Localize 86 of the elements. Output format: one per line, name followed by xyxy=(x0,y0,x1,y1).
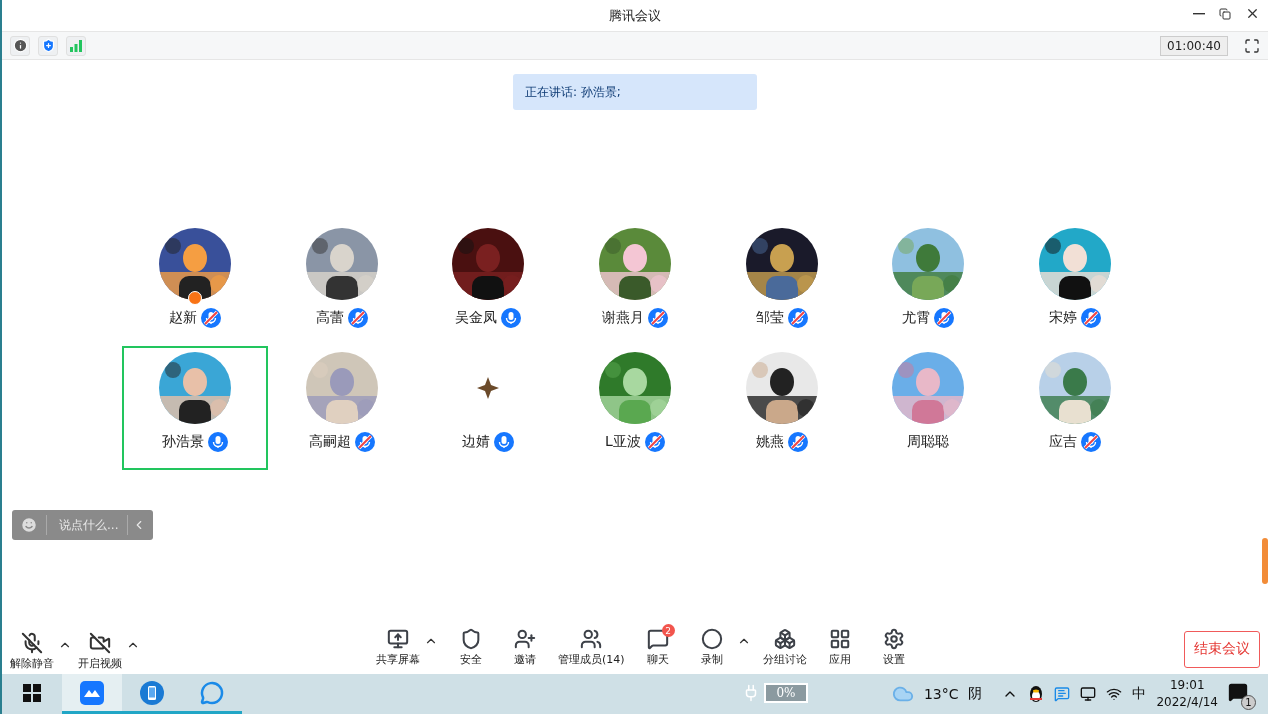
participant-tile[interactable]: 孙浩景 xyxy=(121,346,269,470)
participant-tile[interactable]: 周聪聪 xyxy=(855,346,1002,470)
toolbar-button[interactable]: 分组讨论 xyxy=(762,628,807,667)
taskbar-app[interactable] xyxy=(62,674,122,714)
participant-tile[interactable]: L亚波 xyxy=(561,346,709,470)
participant-name: 边婧 xyxy=(462,433,491,451)
share-screen-icon xyxy=(387,628,409,650)
toolbar-button[interactable]: 安全 xyxy=(450,628,492,667)
participant-tile[interactable]: 谢燕月 xyxy=(561,222,709,346)
participant-name: 周聪聪 xyxy=(907,433,950,451)
fullscreen-icon xyxy=(1244,37,1260,54)
restore-button[interactable] xyxy=(1219,6,1231,21)
info-icon xyxy=(12,38,28,53)
wifi-icon[interactable] xyxy=(1106,686,1123,702)
participant-name: 谢燕月 xyxy=(602,309,644,327)
signal-icon xyxy=(69,39,83,52)
participant-name: 姚燕 xyxy=(755,433,784,451)
participant-name: 吴金凤 xyxy=(455,309,498,327)
phone-icon xyxy=(140,680,164,705)
close-button[interactable] xyxy=(1245,6,1260,21)
temperature: 13°C xyxy=(923,686,959,702)
participant-name: 宋婷 xyxy=(1049,309,1078,327)
toolbar-button[interactable]: 应用 xyxy=(818,628,861,667)
participant-tile[interactable]: 高嗣超 xyxy=(268,346,415,470)
video-off-icon xyxy=(89,631,111,654)
participant-name: 应吉 xyxy=(1049,433,1078,451)
end-meeting-button[interactable]: 结束会议 xyxy=(1184,630,1260,668)
participant-tile[interactable]: 应吉 xyxy=(1001,346,1149,470)
participant-name: 邹莹 xyxy=(755,309,784,327)
toolbar-button[interactable]: 邀请 xyxy=(504,628,546,667)
toolbar-button[interactable]: 录制 xyxy=(690,628,733,667)
window-title: 腾讯会议 xyxy=(609,6,661,25)
speaking-banner: 正在讲话: 孙浩景; xyxy=(513,74,757,110)
restore-icon xyxy=(1219,7,1231,20)
muted-mic-icon xyxy=(21,631,43,654)
participant-name: 高蕾 xyxy=(315,309,344,327)
notification-icon[interactable] xyxy=(1228,682,1248,702)
participant-tile[interactable]: 姚燕 xyxy=(708,346,856,470)
scrollbar[interactable] xyxy=(1262,538,1268,584)
clock[interactable]: 19:01 2022/4/14 xyxy=(1156,677,1218,711)
participant-tile[interactable]: 邹莹 xyxy=(708,222,856,346)
toolbar-button[interactable]: 开启视频 xyxy=(78,631,122,671)
meeting-timer: 01:00:40 xyxy=(1160,35,1228,56)
message-icon[interactable] xyxy=(1054,686,1071,702)
penguin-icon[interactable] xyxy=(1028,685,1045,703)
shield-button[interactable] xyxy=(38,35,58,56)
apps-icon xyxy=(828,628,851,650)
emoji-icon[interactable] xyxy=(20,516,38,534)
participant-name: 高嗣超 xyxy=(308,433,351,451)
toolbar-button[interactable]: 解除静音 xyxy=(10,631,54,671)
participant-tile[interactable]: 赵新 xyxy=(121,222,269,346)
participant-name: 孙浩景 xyxy=(161,433,204,451)
participant-name: L亚波 xyxy=(605,433,641,451)
battery-level: 0% xyxy=(764,683,808,703)
chat-field[interactable]: 说点什么... xyxy=(12,510,153,540)
participant-name: 赵新 xyxy=(168,309,197,327)
participant-tile[interactable]: 高蕾 xyxy=(268,222,415,346)
participant-name: 尤霄 xyxy=(902,309,931,327)
windows-icon xyxy=(23,683,41,702)
input-method[interactable]: 中 xyxy=(1132,685,1147,703)
notification-count: 1 xyxy=(1241,695,1256,710)
chat-app-icon xyxy=(200,680,224,705)
record-icon xyxy=(700,628,723,650)
participant-tile[interactable]: 吴金凤 xyxy=(414,222,562,346)
chat-icon xyxy=(646,628,669,650)
settings-icon xyxy=(882,628,905,650)
minimize-icon xyxy=(1193,12,1205,15)
chat-input[interactable]: 说点什么... xyxy=(47,518,127,532)
info-button[interactable] xyxy=(10,35,30,56)
unread-badge: 2 xyxy=(661,624,675,637)
meeting-app-icon xyxy=(80,680,104,705)
blocks-icon xyxy=(773,628,796,650)
participant-tile[interactable]: 尤霄 xyxy=(855,222,1002,346)
close-icon xyxy=(1245,6,1260,21)
shield-icon xyxy=(460,628,482,650)
shield-icon xyxy=(40,38,56,53)
add-user-icon xyxy=(514,628,536,650)
fullscreen-button[interactable] xyxy=(1244,37,1260,54)
participant-tile[interactable]: 宋婷 xyxy=(1001,222,1149,346)
toolbar-button[interactable]: 设置 xyxy=(872,628,915,667)
toolbar-button[interactable]: 管理成员(14) xyxy=(558,628,625,667)
users-icon xyxy=(580,628,603,650)
monitor-icon[interactable] xyxy=(1080,686,1097,702)
participant-tile[interactable]: 边婧 xyxy=(414,346,562,470)
weather: 阴 xyxy=(968,685,983,703)
toolbar-button[interactable]: 共享屏幕 xyxy=(376,628,420,667)
